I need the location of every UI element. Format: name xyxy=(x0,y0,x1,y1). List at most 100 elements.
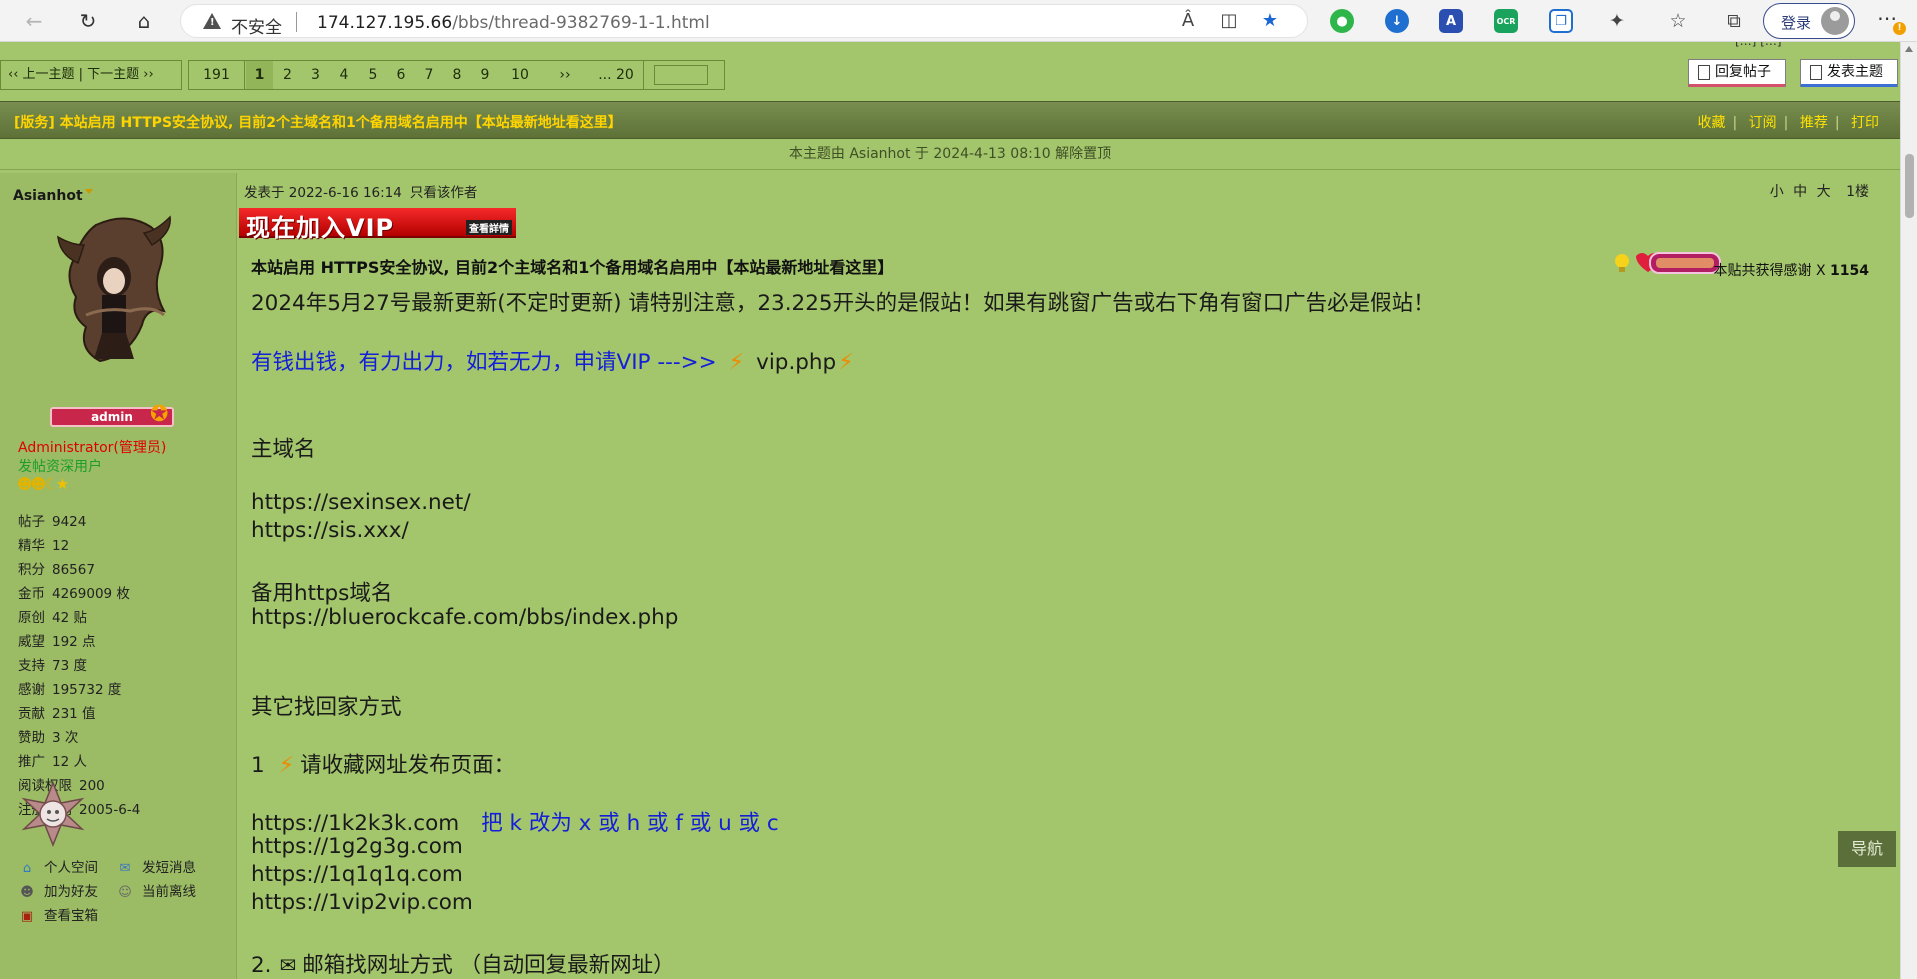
insecure-label: 不安全 xyxy=(231,18,282,38)
vip-banner[interactable]: 现在加入VIP 查看詳情 xyxy=(239,208,516,242)
page-content: […] […] ‹‹ 上一主题 | 下一主题 ›› 191 1 2 3 4 5 … xyxy=(0,42,1900,979)
scrollbar-thumb[interactable] xyxy=(1905,154,1914,218)
favorites-list-icon[interactable]: ☆ xyxy=(1665,8,1691,34)
favorite-link[interactable]: 收藏 xyxy=(1690,115,1732,131)
warning-badge: ! xyxy=(1893,22,1906,35)
author-stats: 帖子 9424 精华 12 积分 86567 金币 4269009 枚 原创 42 贴 威… xyxy=(18,510,140,822)
prev-next-topic-link[interactable]: ‹‹ 上一主题 | 下一主题 ›› xyxy=(0,60,182,90)
vip-php-link[interactable]: vip.php xyxy=(756,350,836,375)
main-domain-2[interactable]: https://sis.xxx/ xyxy=(251,518,409,543)
extension-ocr-icon[interactable]: OCR xyxy=(1494,9,1518,33)
thread-tools: 收藏 | 订阅 | 推荐 | 打印 xyxy=(1690,112,1886,132)
page-3[interactable]: 3 xyxy=(302,61,329,89)
browser-toolbar: ← ↻ ⌂ ! 不安全 174.127.195.66/bbs/thread-93… xyxy=(0,0,1917,42)
add-friend-icon: ☻ xyxy=(20,885,34,900)
post-vip-line: 有钱出钱，有力出力，如若无力，申请VIP --->> ⚡ vip.php⚡ xyxy=(251,345,866,376)
page-5[interactable]: 5 xyxy=(359,61,387,89)
login-button[interactable]: 登录 xyxy=(1763,3,1855,39)
recommend-link[interactable]: 推荐 xyxy=(1793,115,1835,131)
publish-url-2[interactable]: https://1g2g3g.com xyxy=(251,834,463,859)
read-aloud-icon[interactable]: Â xyxy=(1175,10,1201,34)
page-10[interactable]: 10 xyxy=(500,61,540,89)
only-author-link[interactable]: 只看该作者 xyxy=(410,185,478,201)
top-clipped-text: […] […] xyxy=(1735,42,1782,48)
stat-gold: 金币 4269009 枚 xyxy=(18,586,130,602)
scroll-up-arrow-icon[interactable] xyxy=(1905,46,1913,52)
stat-sponsor: 赞助 3 次 xyxy=(18,730,79,746)
stat-digest: 精华 12 xyxy=(18,538,70,554)
stat-posts: 帖子 9424 xyxy=(18,514,87,530)
thread-header: [版务] 本站启用 HTTPS安全协议, 目前2个主域名和1个备用域名启用中【本… xyxy=(0,101,1900,139)
page-6[interactable]: 6 xyxy=(387,61,415,89)
author-avatar[interactable] xyxy=(56,215,174,365)
page-8[interactable]: 8 xyxy=(443,61,471,89)
warning-icon: ! xyxy=(203,13,221,29)
add-friend-link[interactable]: ☻ 加为好友 xyxy=(18,880,98,900)
navigation-button[interactable]: 导航 xyxy=(1838,831,1896,867)
post-date: 发表于 2022-6-16 16:14 xyxy=(244,185,402,201)
author-role: Administrator(管理员) xyxy=(18,440,167,456)
next-page-link[interactable]: ›› xyxy=(545,61,585,89)
extension-translate-icon[interactable]: A xyxy=(1439,9,1463,33)
lightning-icon: ⚡ xyxy=(278,753,295,778)
new-topic-button[interactable]: 发表主题 xyxy=(1800,59,1898,87)
extension-copy-icon[interactable]: ❐ xyxy=(1549,9,1573,33)
stat-credits: 积分 86567 xyxy=(18,562,95,578)
vip-request-link[interactable]: 有钱出钱，有力出力，如若无力，申请VIP --->> xyxy=(251,350,717,375)
address-bar[interactable]: ! 不安全 174.127.195.66/bbs/thread-9382769-… xyxy=(180,4,1308,38)
collections-icon[interactable]: ⧉ xyxy=(1721,8,1747,34)
extension-download-icon[interactable]: ↓ xyxy=(1385,9,1409,33)
rank-medal-icon xyxy=(21,781,85,847)
reply-button[interactable]: 回复帖子 xyxy=(1688,59,1786,87)
page-4[interactable]: 4 xyxy=(330,61,358,89)
scrollbar[interactable] xyxy=(1900,42,1917,979)
refresh-icon[interactable]: ↻ xyxy=(72,6,104,36)
publish-url-1-link[interactable]: https://1k2k3k.com xyxy=(251,811,459,836)
lightning-icon: ⚡ xyxy=(838,350,854,375)
profile-avatar-icon xyxy=(1821,7,1849,35)
font-large-link[interactable]: 大 xyxy=(1817,184,1831,200)
post-subject: 本站启用 HTTPS安全协议, 目前2个主域名和1个备用域名启用中【本站最新地址… xyxy=(251,258,894,277)
page-9[interactable]: 9 xyxy=(471,61,499,89)
view-treasure-box-link[interactable]: ▣ 查看宝箱 xyxy=(18,904,98,924)
heading-other-methods: 其它找回家方式 xyxy=(251,695,402,720)
thread-title: [版务] 本站启用 HTTPS安全协议, 目前2个主域名和1个备用域名启用中【本… xyxy=(14,115,622,131)
back-icon[interactable]: ← xyxy=(18,6,50,36)
extension-green-icon[interactable]: ● xyxy=(1330,9,1354,33)
extensions-puzzle-icon[interactable]: ✦ xyxy=(1604,8,1630,34)
post-font-controls: 小 中 大 1楼 xyxy=(1765,181,1869,201)
send-pm-link[interactable]: ✉ 发短消息 xyxy=(116,856,196,876)
method-1: 1 ⚡ 请收藏网址发布页面： xyxy=(251,753,516,778)
treasure-box-icon: ▣ xyxy=(20,909,34,924)
publish-url-1: https://1k2k3k.com 把 k 改为 x 或 h 或 f 或 u 或… xyxy=(251,806,779,837)
page-jump-input[interactable] xyxy=(654,65,708,85)
main-domain-1[interactable]: https://sexinsex.net/ xyxy=(251,490,471,515)
immersive-reader-icon[interactable]: ◫ xyxy=(1216,10,1242,34)
backup-domain-1[interactable]: https://bluerockcafe.com/bbs/index.php xyxy=(251,605,678,630)
page-numbers: 191 1 2 3 4 5 6 7 8 9 10 ›› ... 20 xyxy=(188,60,725,90)
last-page-link[interactable]: ... 20 xyxy=(591,61,641,89)
page-7[interactable]: 7 xyxy=(415,61,443,89)
stat-support: 支持 73 度 xyxy=(18,658,87,674)
page-1[interactable]: 1 xyxy=(246,61,273,89)
personal-space-link[interactable]: ⌂ 个人空间 xyxy=(18,856,98,876)
home-icon[interactable]: ⌂ xyxy=(128,6,160,36)
font-medium-link[interactable]: 中 xyxy=(1793,184,1807,200)
print-link[interactable]: 打印 xyxy=(1844,115,1886,131)
url-text[interactable]: 174.127.195.66/bbs/thread-9382769-1-1.ht… xyxy=(317,13,710,33)
favorite-star-icon[interactable]: ★ xyxy=(1257,10,1283,34)
author-name[interactable]: Asianhot xyxy=(13,188,93,204)
heading-backup-domain: 备用https域名 xyxy=(251,581,393,606)
floor-number: 1楼 xyxy=(1846,184,1869,200)
moderation-notice: 本主题由 Asianhot 于 2024-4-13 08:10 解除置顶 xyxy=(0,139,1900,170)
publish-url-note: 把 k 改为 x 或 h 或 f 或 u 或 c xyxy=(481,811,779,836)
lightning-icon: ⚡ xyxy=(728,350,745,375)
page-2[interactable]: 2 xyxy=(274,61,301,89)
publish-url-4[interactable]: https://1vip2vip.com xyxy=(251,890,473,915)
page-total: 191 xyxy=(189,61,245,89)
publish-url-3[interactable]: https://1q1q1q.com xyxy=(251,862,463,887)
font-small-link[interactable]: 小 xyxy=(1770,184,1784,200)
medal-icons: ☻☻☾★ xyxy=(17,475,69,493)
envelope-icon: ✉ xyxy=(279,953,297,977)
subscribe-link[interactable]: 订阅 xyxy=(1742,115,1784,131)
